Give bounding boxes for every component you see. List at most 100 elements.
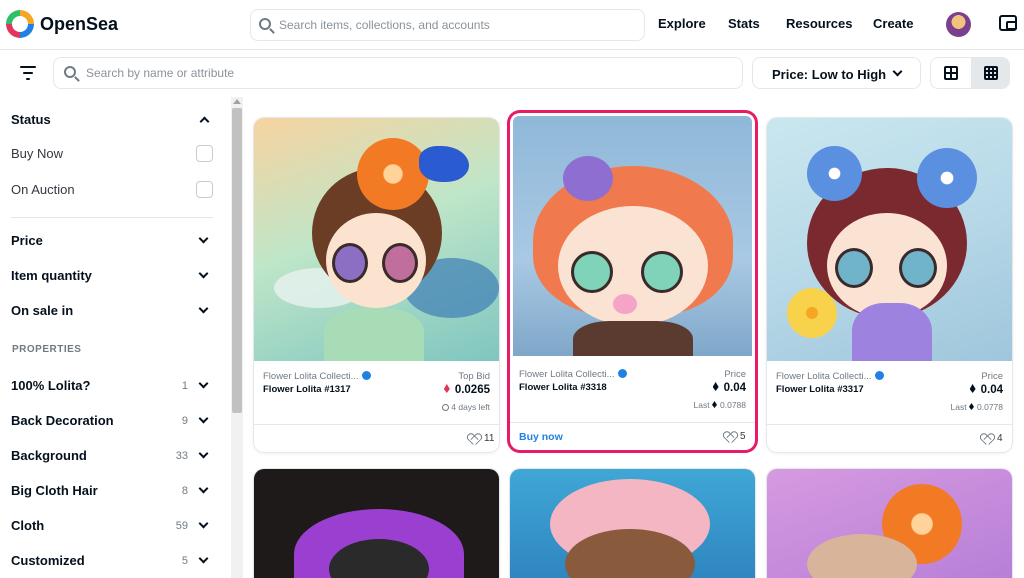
last-sale: Last 0.0788 (693, 400, 746, 410)
verified-badge-icon (361, 371, 371, 380)
divider (11, 217, 213, 218)
heart-icon[interactable] (724, 432, 736, 443)
property-count: 8 (181, 485, 188, 497)
eth-icon (712, 401, 717, 408)
eth-icon (969, 403, 974, 410)
property-big-cloth-hair[interactable]: Big Cloth Hair (11, 483, 98, 498)
buy-now-checkbox[interactable] (196, 145, 213, 162)
price-value: 0.04 (969, 384, 1003, 396)
clock-icon (442, 404, 450, 411)
favorite-count: 4 (997, 433, 1003, 444)
on-sale-in-section[interactable]: On sale in (11, 303, 73, 318)
chevron-down-icon[interactable] (198, 413, 209, 424)
scroll-up-arrow-icon[interactable] (233, 99, 241, 104)
top-nav: OpenSea Explore Stats Resources Create (0, 0, 1024, 50)
card-meta: Flower Lolita Collecti... Flower Lolita … (510, 359, 755, 450)
card-footer: 11 (254, 424, 499, 452)
last-sale: Last 0.0778 (950, 402, 1003, 412)
nft-image[interactable] (513, 116, 752, 356)
global-search[interactable] (250, 9, 645, 41)
nav-explore[interactable]: Explore (658, 16, 706, 31)
search-icon (259, 18, 271, 30)
property-count: 9 (181, 415, 188, 427)
favorite-count: 11 (484, 433, 495, 444)
verified-badge-icon (874, 371, 884, 380)
item-quantity-section[interactable]: Item quantity (11, 268, 92, 283)
eth-icon (712, 382, 719, 391)
grid-small-icon (984, 66, 998, 80)
collection-name[interactable]: Flower Lolita Collecti... (776, 371, 884, 382)
view-toggle (930, 57, 1010, 89)
chevron-up-icon[interactable] (199, 116, 210, 127)
price-label: Price (724, 369, 746, 380)
nav-create[interactable]: Create (873, 16, 913, 31)
sort-label: Price: Low to High (772, 67, 887, 82)
properties-heading: PROPERTIES (12, 344, 82, 355)
nft-image[interactable] (767, 118, 1012, 361)
opensea-logo-icon[interactable] (6, 10, 34, 38)
attribute-search[interactable] (53, 57, 743, 89)
attribute-search-input[interactable] (86, 58, 726, 88)
property-background[interactable]: Background (11, 448, 87, 463)
heart-icon[interactable] (981, 434, 993, 445)
chevron-down-icon[interactable] (198, 378, 209, 389)
nav-stats[interactable]: Stats (728, 16, 760, 31)
price-section[interactable]: Price (11, 233, 43, 248)
filter-toggle-icon[interactable] (20, 66, 36, 80)
property-count: 5 (181, 555, 188, 567)
card-footer: 4 (767, 424, 1012, 452)
nft-card[interactable]: Flower Lolita Collecti... Flower Lolita … (254, 118, 499, 452)
property-back-decoration[interactable]: Back Decoration (11, 413, 114, 428)
nft-image[interactable] (254, 118, 499, 361)
global-search-input[interactable] (279, 10, 639, 40)
chevron-down-icon[interactable] (198, 448, 209, 459)
price-label: Price (981, 371, 1003, 382)
nft-card[interactable]: Flower Lolita Collecti... Flower Lolita … (767, 118, 1012, 452)
collection-name[interactable]: Flower Lolita Collecti... (263, 371, 371, 382)
brand-name[interactable]: OpenSea (40, 14, 118, 35)
property-100-lolita[interactable]: 100% Lolita? (11, 378, 90, 393)
chevron-down-icon[interactable] (198, 233, 209, 244)
chevron-down-icon (892, 66, 903, 77)
nav-resources[interactable]: Resources (786, 16, 852, 31)
card-footer: Buy now 5 (510, 422, 755, 450)
profile-avatar[interactable] (946, 12, 971, 37)
wallet-icon[interactable] (999, 15, 1017, 31)
small-grid-button[interactable] (971, 58, 1009, 88)
status-buy-now-label: Buy Now (11, 146, 64, 161)
price-value: 0.04 (712, 382, 746, 394)
price-value: 0.0265 (443, 384, 490, 396)
verified-badge-icon (617, 369, 627, 378)
nft-card[interactable] (510, 469, 755, 578)
status-heading[interactable]: Status (11, 112, 51, 127)
chevron-down-icon[interactable] (198, 518, 209, 529)
nft-image[interactable] (254, 469, 499, 578)
nft-image[interactable] (510, 469, 755, 578)
nft-card-selected[interactable]: Flower Lolita Collecti... Flower Lolita … (510, 113, 755, 450)
property-cloth[interactable]: Cloth (11, 518, 44, 533)
item-name: Flower Lolita #3318 (519, 382, 607, 393)
property-customized[interactable]: Customized (11, 553, 85, 568)
nft-card[interactable] (767, 469, 1012, 578)
nft-image[interactable] (767, 469, 1012, 578)
heart-icon[interactable] (468, 434, 480, 445)
weth-icon (443, 384, 450, 393)
grid-large-icon (944, 66, 958, 80)
buy-now-button[interactable]: Buy now (519, 431, 563, 443)
nft-card[interactable] (254, 469, 499, 578)
collection-name[interactable]: Flower Lolita Collecti... (519, 369, 627, 380)
chevron-down-icon[interactable] (198, 303, 209, 314)
chevron-down-icon[interactable] (198, 268, 209, 279)
sort-dropdown[interactable]: Price: Low to High (752, 57, 921, 89)
on-auction-checkbox[interactable] (196, 181, 213, 198)
card-meta: Flower Lolita Collecti... Flower Lolita … (254, 361, 499, 452)
item-name: Flower Lolita #1317 (263, 384, 351, 395)
large-grid-button[interactable] (931, 58, 971, 88)
time-left: 4 days left (442, 402, 490, 412)
eth-icon (969, 384, 976, 393)
chevron-down-icon[interactable] (198, 483, 209, 494)
chevron-down-icon[interactable] (198, 553, 209, 564)
property-count: 1 (181, 380, 188, 392)
status-on-auction-label: On Auction (11, 182, 75, 197)
sidebar-scrollbar-thumb[interactable] (232, 108, 242, 413)
